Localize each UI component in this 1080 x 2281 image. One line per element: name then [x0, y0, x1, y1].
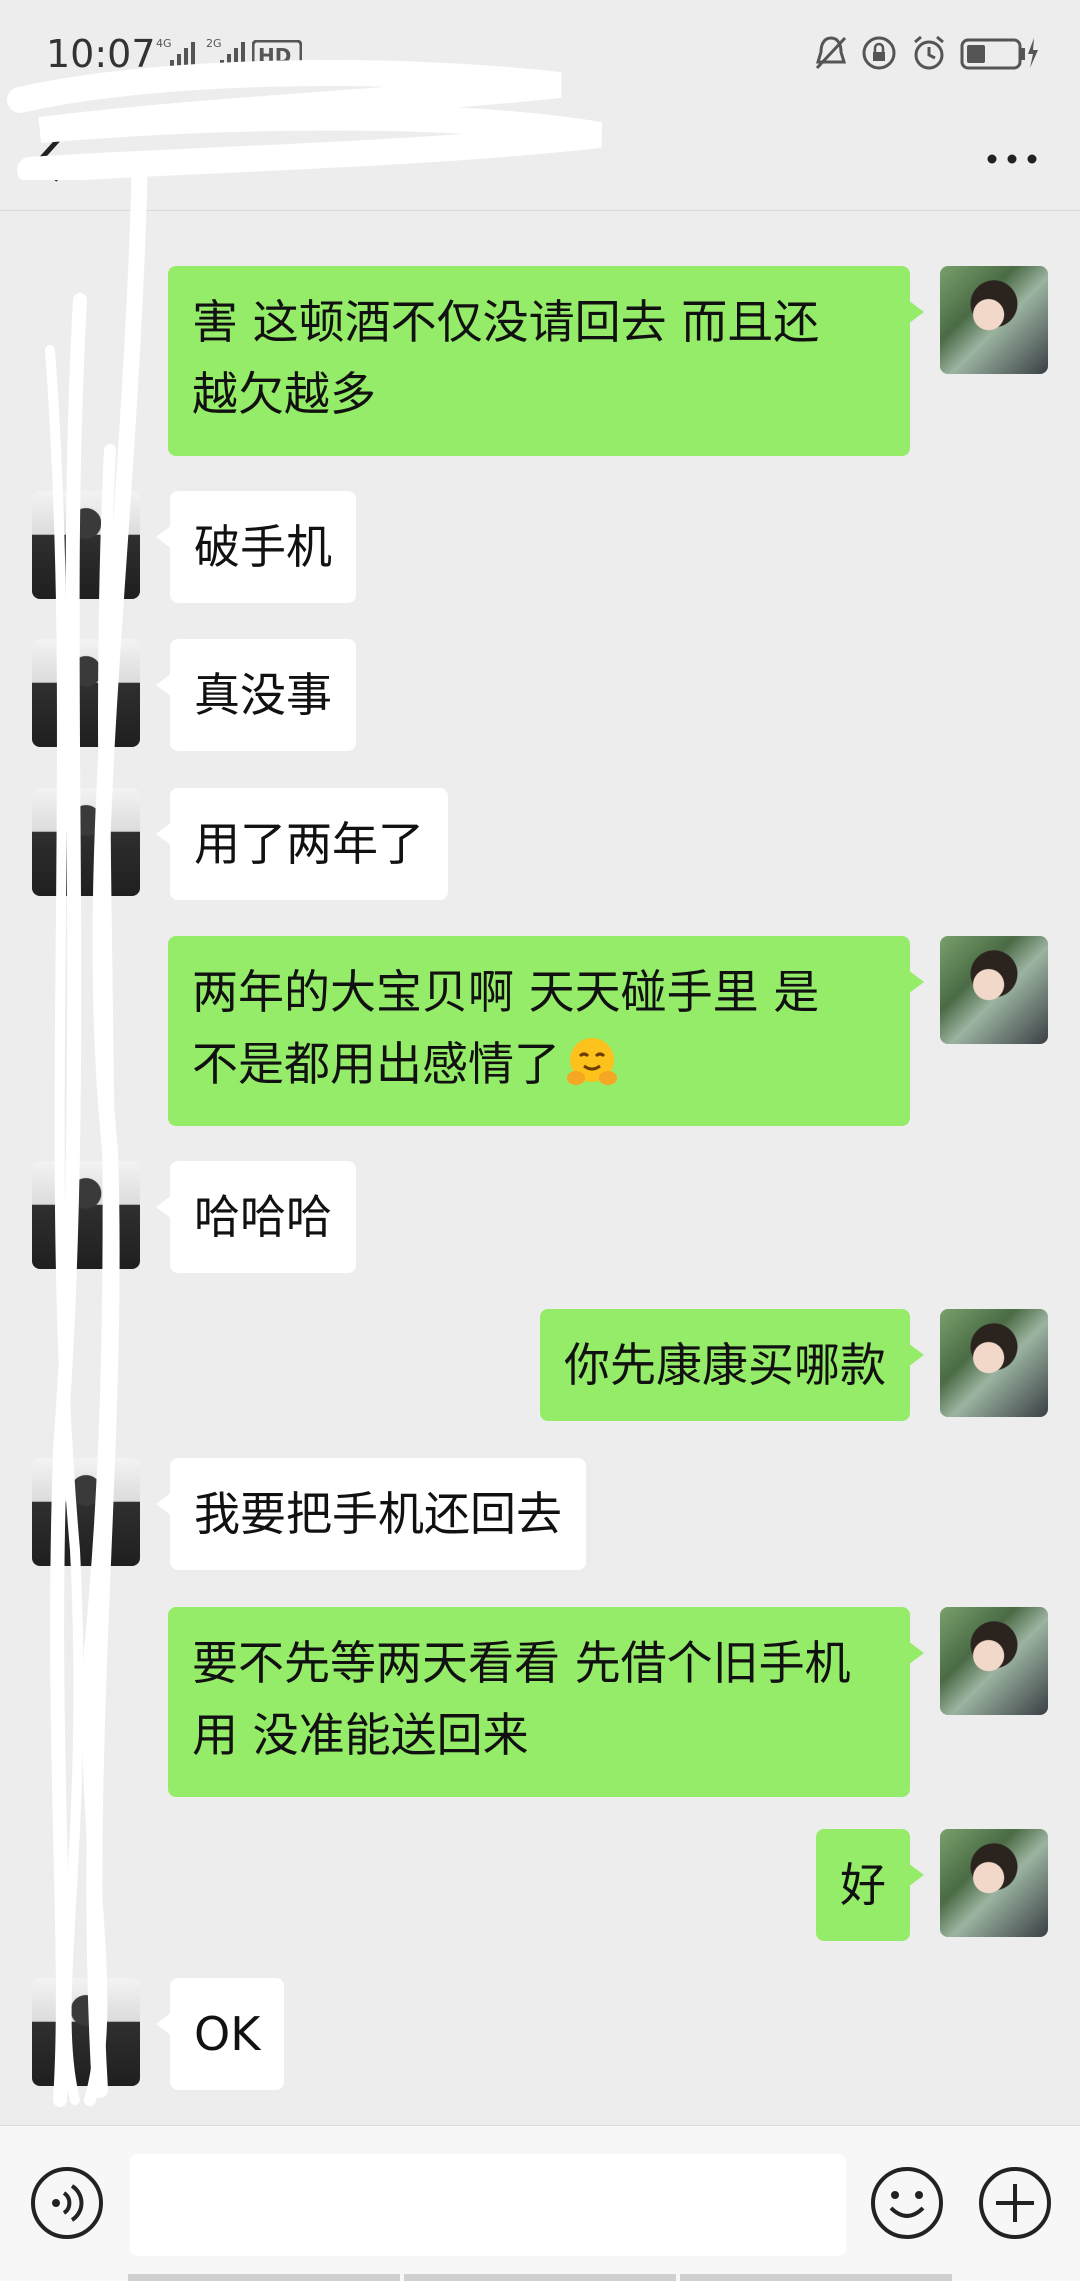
message-bubble-self[interactable]: 两年的大宝贝啊 天天碰手里 是 不是都用出感情了 — [168, 936, 924, 1126]
alarm-icon — [914, 35, 944, 70]
message-line: 越欠越多 — [192, 367, 376, 421]
message-line: 用了两年了 — [194, 817, 424, 871]
message-line: 哈哈哈 — [194, 1190, 332, 1244]
avatar-other[interactable] — [32, 788, 140, 896]
hd-icon: HD — [252, 40, 302, 74]
back-arrow-icon[interactable] — [30, 132, 70, 188]
network-label-4g: 4G — [156, 37, 172, 50]
message-bubble-self[interactable]: 害 这顿酒不仅没请回去 而且还 越欠越多 — [168, 266, 924, 456]
message-bubble-other[interactable]: 真没事 — [156, 639, 356, 751]
avatar-other[interactable] — [32, 1161, 140, 1269]
message-bubble-self[interactable]: 好 — [816, 1829, 924, 1941]
rotation-lock-icon — [862, 36, 896, 70]
message-bubble-other[interactable]: OK — [155, 1978, 285, 2090]
message-bubble-self[interactable]: 你先康康买哪款 — [540, 1309, 924, 1421]
avatar-other[interactable] — [32, 491, 140, 599]
message-bubble-other[interactable]: 哈哈哈 — [156, 1161, 356, 1273]
message-list[interactable]: 害 这顿酒不仅没请回去 而且还 越欠越多 破手机 真没事 用了两年了 两年的大宝… — [0, 211, 1080, 2125]
message-line: 好 — [840, 1858, 886, 1912]
signal-4g-icon: 4G — [156, 36, 196, 70]
message-bubble-other[interactable]: 破手机 — [156, 491, 356, 603]
message-line: OK — [194, 2007, 261, 2061]
network-label-2g: 2G — [206, 37, 222, 50]
message-bubble-other[interactable]: 我要把手机还回去 — [156, 1458, 586, 1570]
message-line: 害 这顿酒不仅没请回去 而且还 — [192, 295, 820, 349]
avatar-self[interactable] — [940, 266, 1048, 374]
battery-charging-icon — [960, 38, 1038, 70]
status-icons — [814, 34, 1040, 72]
avatar-self[interactable] — [940, 936, 1048, 1044]
message-bubble-self[interactable]: 要不先等两天看看 先借个旧手机 用 没准能送回来 — [168, 1607, 924, 1797]
message-line: 不是都用出感情了 — [192, 1037, 560, 1091]
message-line: 要不先等两天看看 先借个旧手机 — [192, 1636, 851, 1690]
message-line: 用 没准能送回来 — [192, 1708, 529, 1762]
avatar-other[interactable] — [32, 639, 140, 747]
signal-2g-icon: 2G — [206, 36, 246, 70]
more-options-icon[interactable] — [982, 144, 1042, 174]
hd-label: HD — [258, 44, 291, 68]
message-input[interactable] — [130, 2154, 846, 2256]
avatar-other[interactable] — [32, 1458, 140, 1566]
message-line: 我要把手机还回去 — [194, 1487, 562, 1541]
chat-header — [0, 110, 1080, 211]
avatar-self[interactable] — [940, 1309, 1048, 1417]
avatar-self[interactable] — [940, 1607, 1048, 1715]
input-bar — [0, 2125, 1080, 2281]
avatar-other[interactable] — [32, 1978, 140, 2086]
bell-muted-icon — [815, 36, 847, 70]
hug-face-emoji-icon — [567, 1038, 617, 1085]
message-line: 你先康康买哪款 — [564, 1338, 886, 1392]
message-bubble-other[interactable]: 用了两年了 — [156, 788, 448, 900]
emoji-icon[interactable] — [868, 2164, 946, 2242]
status-time: 10:07 — [46, 32, 156, 76]
avatar-self[interactable] — [940, 1829, 1048, 1937]
message-line: 两年的大宝贝啊 天天碰手里 是 — [192, 965, 820, 1019]
voice-input-icon[interactable] — [28, 2164, 106, 2242]
status-bar: 10:07 4G 2G HD — [0, 0, 1080, 110]
message-line: 真没事 — [194, 668, 332, 722]
plus-icon[interactable] — [976, 2164, 1054, 2242]
message-line: 破手机 — [194, 520, 332, 574]
